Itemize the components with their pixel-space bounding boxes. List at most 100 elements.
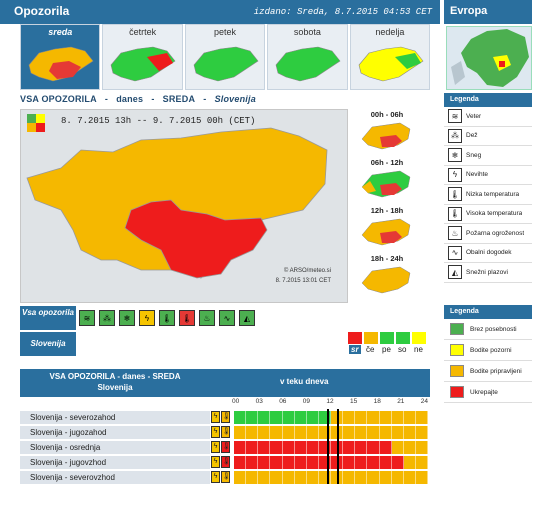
header-bar: Opozorila izdano: Sreda, 8.7.2015 04:53 … bbox=[0, 0, 440, 24]
legend-row[interactable]: ♨ Požarna ogroženost bbox=[444, 224, 532, 244]
tab-nedelja[interactable]: nedelja bbox=[349, 24, 431, 90]
period-0006[interactable]: 00h - 06h bbox=[356, 109, 428, 157]
low-temperature-icon[interactable]: 🌡 bbox=[159, 310, 175, 326]
timeline-segment bbox=[306, 441, 319, 454]
legend-label: Nizka temperatura bbox=[466, 190, 520, 198]
legend-row[interactable]: ◭ Snežni plazovi bbox=[444, 263, 532, 283]
table-row: Slovenija - jugozahod ϟ 🌡 bbox=[20, 426, 430, 440]
timeline-table: VSA OPOZORILA - danes - SREDA Slovenija v… bbox=[20, 369, 430, 485]
slovenia-map-icon bbox=[28, 46, 94, 82]
region-name[interactable]: Slovenija - osrednja bbox=[20, 441, 210, 454]
timeline-segment bbox=[403, 441, 416, 454]
hour-tick: 18 bbox=[373, 398, 381, 405]
europe-map[interactable] bbox=[446, 26, 532, 90]
hour-tick: 24 bbox=[420, 398, 429, 405]
timeline-segment bbox=[234, 441, 247, 454]
region-name[interactable]: Slovenija - jugovzhod bbox=[20, 456, 210, 469]
timeline-segment bbox=[343, 411, 356, 424]
legend-label: Dež bbox=[466, 132, 478, 140]
timeline-bar bbox=[234, 426, 428, 439]
snow-icon: ❄ bbox=[448, 148, 462, 163]
hour-tick: 15 bbox=[350, 398, 358, 405]
hour-tick: 21 bbox=[397, 398, 405, 405]
tab-sobota[interactable]: sobota bbox=[267, 24, 348, 90]
slovenia-map-icon bbox=[361, 170, 411, 198]
legend-label: Sneg bbox=[466, 151, 482, 159]
region-name[interactable]: Slovenija - jugozahod bbox=[20, 426, 210, 439]
high-temperature-icon[interactable]: 🌡 bbox=[179, 310, 195, 326]
table-row: Slovenija - severovzhod ϟ 🌡 bbox=[20, 471, 430, 485]
temperature-icon: 🌡 bbox=[221, 441, 231, 453]
timeline-segment bbox=[403, 426, 416, 439]
scale-label: so bbox=[398, 345, 407, 354]
scale-label: ne bbox=[414, 345, 423, 354]
day-scale: sr če pe so ne bbox=[348, 332, 428, 358]
timeline-segment bbox=[258, 441, 271, 454]
coastal-event-icon: ∿ bbox=[448, 245, 462, 260]
copyright-text: © ARSO/meteo.si bbox=[283, 268, 331, 274]
thunderstorm-icon[interactable]: ϟ bbox=[139, 310, 155, 326]
period-label: 18h - 24h bbox=[370, 254, 404, 263]
timeline-segment bbox=[391, 441, 404, 454]
period-0612[interactable]: 06h - 12h bbox=[356, 157, 428, 205]
region-name[interactable]: Slovenija - severovzhod bbox=[20, 471, 210, 484]
now-marker bbox=[327, 409, 329, 484]
slovenia-map-icon bbox=[361, 218, 411, 246]
avalanche-icon[interactable]: ◭ bbox=[239, 310, 255, 326]
slovenia-map-icon bbox=[111, 46, 176, 82]
timeline-segment bbox=[415, 411, 428, 424]
warning-type-row: Vsa opozorila ≋ ⁂ ❄ ϟ 🌡 🌡 ♨ ∿ ◭ bbox=[20, 306, 430, 330]
region-name[interactable]: Slovenija - severozahod bbox=[20, 411, 210, 424]
warning-map[interactable]: 8. 7.2015 13h -- 9. 7.2015 00h (CET) © A… bbox=[20, 109, 348, 303]
timeline-segment bbox=[282, 411, 295, 424]
tab-petek[interactable]: petek bbox=[184, 24, 266, 90]
period-maps: 00h - 06h 06h - 12h 12h - 18h 18h - 24h bbox=[356, 109, 428, 303]
hour-ticks: 00 03 06 09 12 15 18 21 24 bbox=[20, 398, 430, 410]
legend-label: Visoka temperatura bbox=[466, 210, 523, 218]
thunderstorm-icon: ϟ bbox=[211, 471, 220, 483]
timeline-segment bbox=[403, 471, 416, 484]
period-1218[interactable]: 12h - 18h bbox=[356, 205, 428, 253]
day-tabs: sreda četrtek petek sobota nedelja bbox=[20, 24, 431, 90]
scale-swatch bbox=[348, 332, 362, 344]
legend-row[interactable]: ❄ Sneg bbox=[444, 146, 532, 166]
timeline-segment bbox=[258, 456, 271, 469]
legend-row[interactable]: 🌡 Visoka temperatura bbox=[444, 205, 532, 224]
timeline-segment bbox=[306, 411, 319, 424]
timeline-segment bbox=[355, 426, 368, 439]
map-subtitle: VSA OPOZORILA - danes - SREDA - Slovenij… bbox=[20, 94, 440, 108]
timeline-segment bbox=[415, 471, 428, 484]
legend-title: Legenda bbox=[444, 305, 532, 319]
period-1824[interactable]: 18h - 24h bbox=[356, 253, 428, 301]
thunderstorm-icon: ϟ bbox=[211, 441, 220, 453]
coastal-event-icon[interactable]: ∿ bbox=[219, 310, 235, 326]
avalanche-icon: ◭ bbox=[448, 265, 462, 280]
snow-icon[interactable]: ❄ bbox=[119, 310, 135, 326]
page-title: Opozorila bbox=[14, 4, 70, 18]
level-legend: Legenda Brez posebnosti Bodite pozorni B… bbox=[444, 305, 532, 403]
fire-danger-icon[interactable]: ♨ bbox=[199, 310, 215, 326]
thunderstorm-icon: ϟ bbox=[211, 456, 220, 468]
legend-row[interactable]: ϟ Nevihte bbox=[444, 166, 532, 185]
level-swatch bbox=[450, 386, 464, 398]
tab-label: nedelja bbox=[375, 27, 405, 37]
wind-icon[interactable]: ≋ bbox=[79, 310, 95, 326]
legend-label: Obalni dogodek bbox=[466, 249, 512, 257]
legend-row[interactable]: ≋ Veter bbox=[444, 107, 532, 127]
rain-icon[interactable]: ⁂ bbox=[99, 310, 115, 326]
subtitle-day: SREDA bbox=[162, 94, 196, 104]
tab-label: četrtek bbox=[129, 27, 157, 37]
timeline-bar bbox=[234, 441, 428, 454]
legend-row[interactable]: ∿ Obalni dogodek bbox=[444, 244, 532, 263]
timeline-segment bbox=[234, 471, 247, 484]
timeline-segment bbox=[379, 471, 392, 484]
legend-row[interactable]: 🌡 Nizka temperatura bbox=[444, 185, 532, 205]
tab-cetrtek[interactable]: četrtek bbox=[102, 24, 183, 90]
tab-label: sreda bbox=[48, 27, 73, 37]
period-label: 00h - 06h bbox=[370, 110, 404, 119]
tab-sreda[interactable]: sreda bbox=[20, 24, 101, 90]
legend-row[interactable]: ⁂ Dež bbox=[444, 127, 532, 146]
table-title-main: VSA OPOZORILA - danes - SREDA bbox=[49, 372, 181, 381]
scale-label: pe bbox=[382, 345, 391, 354]
timeline-segment bbox=[391, 411, 404, 424]
